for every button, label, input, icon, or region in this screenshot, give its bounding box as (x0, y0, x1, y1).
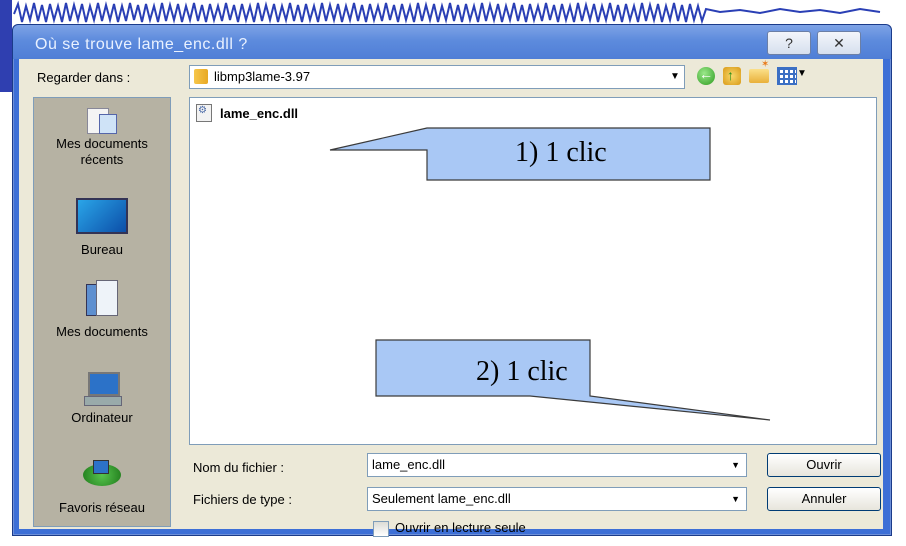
place-recent-documents[interactable]: Mes documents récents (34, 106, 170, 168)
lookin-dropdown[interactable]: libmp3lame-3.97 ▼ (189, 65, 685, 89)
callout-text-2: 2) 1 clic (476, 356, 568, 387)
help-button[interactable]: ? (767, 31, 811, 55)
window-title: Où se trouve lame_enc.dll ? (35, 36, 248, 53)
place-my-documents[interactable]: Mes documents (34, 280, 170, 340)
chevron-down-icon[interactable]: ▼ (731, 460, 740, 470)
chevron-down-icon[interactable]: ▼ (666, 66, 684, 88)
place-label: Bureau (81, 242, 123, 257)
place-desktop[interactable]: Bureau (34, 198, 170, 258)
place-label: Mes documents récents (56, 136, 148, 167)
filename-label: Nom du fichier : (193, 460, 285, 475)
dll-file-icon (196, 104, 212, 122)
place-computer[interactable]: Ordinateur (34, 372, 170, 426)
filetype-select[interactable]: Seulement lame_enc.dll ▼ (367, 487, 747, 511)
place-label: Mes documents (56, 324, 148, 339)
title-bar[interactable]: Où se trouve lame_enc.dll ? ? ✕ (13, 25, 891, 59)
desktop-icon (76, 198, 128, 234)
chevron-down-icon[interactable]: ▼ (731, 494, 740, 504)
open-button[interactable]: Ouvrir (767, 453, 881, 477)
up-folder-icon[interactable] (723, 67, 741, 85)
views-chevron-down-icon[interactable]: ▼ (797, 68, 807, 79)
lookin-value: libmp3lame-3.97 (214, 69, 311, 84)
callout-text-1: 1) 1 clic (515, 137, 607, 168)
file-name: lame_enc.dll (220, 105, 299, 121)
open-file-dialog: Où se trouve lame_enc.dll ? ? ✕ Regarder… (12, 24, 892, 537)
filename-input[interactable]: lame_enc.dll ▼ (367, 453, 747, 477)
my-documents-icon (86, 280, 118, 318)
close-button[interactable]: ✕ (817, 31, 861, 55)
file-item-lame-enc[interactable]: lame_enc.dll (196, 104, 302, 122)
filename-value: lame_enc.dll (372, 457, 445, 472)
readonly-checkbox[interactable] (373, 521, 389, 537)
back-arrow-icon[interactable] (697, 66, 715, 85)
new-folder-icon[interactable] (749, 59, 769, 83)
readonly-label: Ouvrir en lecture seule (395, 520, 526, 535)
filetype-label: Fichiers de type : (193, 492, 292, 507)
folder-icon (194, 69, 208, 84)
recent-documents-icon (85, 106, 119, 136)
cancel-button[interactable]: Annuler (767, 487, 881, 511)
place-label: Ordinateur (71, 410, 133, 425)
filetype-value: Seulement lame_enc.dll (372, 491, 511, 506)
place-label: Favoris réseau (59, 500, 145, 515)
lookin-label: Regarder dans : (37, 70, 131, 85)
computer-icon (82, 372, 122, 406)
network-icon (79, 460, 125, 492)
place-network[interactable]: Favoris réseau (34, 460, 170, 516)
dialog-client-area: Regarder dans : libmp3lame-3.97 ▼ ▼ Mes … (19, 59, 883, 537)
views-menu-icon[interactable] (777, 67, 797, 85)
places-bar: Mes documents récents Bureau Mes documen… (33, 97, 171, 527)
